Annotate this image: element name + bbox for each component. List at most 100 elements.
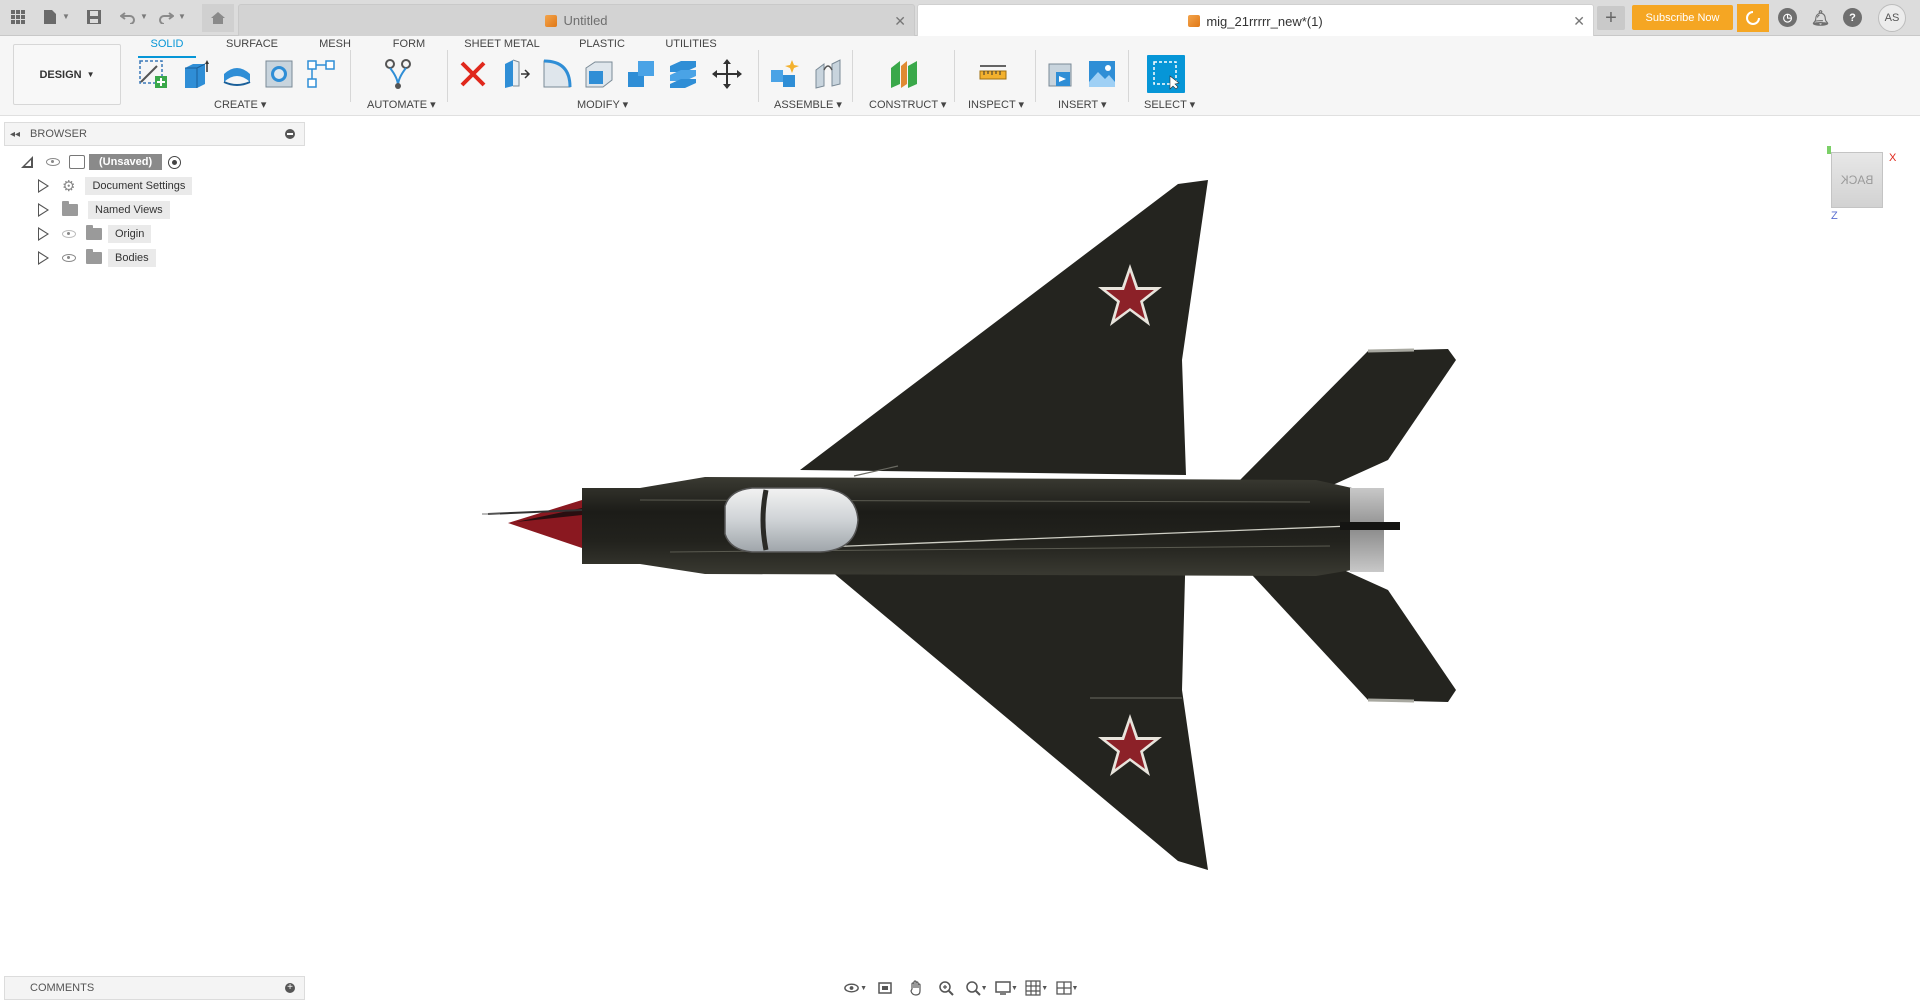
bell-icon[interactable]: 🔔︎	[1811, 8, 1830, 27]
select-group-label[interactable]: SELECT ▾	[1144, 98, 1195, 111]
cockpit-canopy	[724, 487, 859, 553]
new-component-icon[interactable]	[767, 57, 801, 91]
tab-label: Untitled	[563, 13, 608, 28]
revolve-icon[interactable]	[220, 57, 254, 91]
tab-plastic[interactable]: PLASTIC	[572, 38, 632, 56]
look-at-icon[interactable]	[873, 978, 897, 998]
group-divider	[1128, 50, 1129, 102]
group-divider	[1035, 50, 1036, 102]
create-sketch-icon[interactable]	[136, 57, 170, 91]
browser-item-document-settings[interactable]: ⚙ Document Settings	[38, 176, 193, 196]
press-pull-icon[interactable]	[498, 57, 532, 91]
delete-icon[interactable]	[456, 57, 490, 91]
pan-icon[interactable]	[904, 978, 928, 998]
inspect-group-label[interactable]: INSPECT ▾	[968, 98, 1024, 111]
create-group-label[interactable]: CREATE ▾	[214, 98, 266, 111]
redo-caret-icon[interactable]: ▼	[178, 12, 186, 21]
pattern-icon[interactable]	[304, 57, 338, 91]
workspace-switcher[interactable]: DESIGN ▼	[13, 44, 121, 105]
viewports-icon[interactable]: ▼	[1055, 978, 1079, 998]
offset-plane-icon[interactable]	[887, 57, 921, 91]
insert-canvas-icon[interactable]	[1085, 57, 1119, 91]
orbit-icon[interactable]: ▼	[843, 978, 867, 998]
tab-label: mig_21rrrrr_new*(1)	[1206, 13, 1323, 29]
fusion-window: ▼ ▼ ▼ Untitled ✕ mig_21rrrrr_new*(1) ✕ +…	[0, 0, 1920, 1004]
fit-icon[interactable]: ▼	[964, 978, 988, 998]
tab-sheet-metal[interactable]: SHEET METAL	[462, 38, 542, 56]
tab-solid[interactable]: SOLID	[144, 38, 190, 56]
browser-item-named-views[interactable]: Named Views	[38, 200, 170, 220]
group-label-text: INSPECT	[968, 99, 1016, 111]
grid-settings-icon[interactable]: ▼	[1025, 978, 1049, 998]
measure-icon[interactable]	[976, 57, 1010, 91]
viewcube-face-label: BACK	[1840, 173, 1874, 187]
select-icon[interactable]	[1147, 55, 1185, 93]
extrude-icon[interactable]	[178, 57, 212, 91]
tab-surface[interactable]: SURFACE	[220, 38, 284, 56]
browser-item-bodies[interactable]: Bodies	[38, 248, 156, 268]
close-icon[interactable]: ✕	[1573, 13, 1585, 30]
display-settings-icon[interactable]: ▼	[994, 978, 1018, 998]
browser-panel-header[interactable]: ◂◂ BROWSER	[4, 122, 305, 146]
collapse-panel-icon[interactable]: ◂◂	[10, 129, 20, 140]
expand-triangle-icon[interactable]	[38, 251, 50, 265]
tab-mig21[interactable]: mig_21rrrrr_new*(1) ✕	[917, 4, 1594, 37]
apps-grid-icon[interactable]	[6, 5, 30, 29]
subscribe-button[interactable]: Subscribe Now	[1632, 5, 1733, 30]
browser-title: BROWSER	[30, 128, 87, 140]
hidden-eye-icon[interactable]	[62, 230, 76, 238]
insert-group-label[interactable]: INSERT ▾	[1058, 98, 1107, 111]
viewcube[interactable]: BACK	[1831, 152, 1883, 208]
save-icon[interactable]	[82, 5, 106, 29]
tab-utilities[interactable]: UTILITIES	[660, 38, 722, 56]
assemble-group-label[interactable]: ASSEMBLE ▾	[774, 98, 842, 111]
visibility-eye-icon[interactable]	[46, 158, 60, 166]
avatar[interactable]: AS	[1878, 4, 1906, 32]
home-icon[interactable]	[202, 4, 234, 32]
tail-rod	[1340, 522, 1400, 530]
browser-root-item[interactable]: (Unsaved)	[20, 152, 182, 172]
file-icon[interactable]	[38, 5, 62, 29]
clock-icon[interactable]: ◷	[1778, 8, 1797, 27]
construct-group-label[interactable]: CONSTRUCT ▾	[869, 98, 946, 111]
automate-icon[interactable]	[381, 57, 415, 91]
activate-radio-icon[interactable]	[168, 155, 182, 169]
close-icon[interactable]: ✕	[894, 13, 906, 30]
shell-icon[interactable]	[582, 57, 616, 91]
joint-icon[interactable]	[811, 57, 845, 91]
browser-item-label: Named Views	[88, 201, 170, 219]
browser-item-origin[interactable]: Origin	[38, 224, 152, 244]
browser-item-label: Document Settings	[85, 177, 193, 195]
redo-icon[interactable]	[154, 5, 178, 29]
undo-icon[interactable]	[116, 5, 140, 29]
expand-triangle-icon[interactable]	[38, 179, 50, 193]
expand-triangle-icon[interactable]	[20, 155, 34, 169]
comments-panel-header[interactable]: COMMENTS +	[4, 976, 305, 1000]
zoom-icon[interactable]	[934, 978, 958, 998]
minimize-icon[interactable]	[285, 129, 295, 139]
aircraft-model[interactable]	[470, 170, 1470, 880]
expand-triangle-icon[interactable]	[38, 203, 50, 217]
combine-icon[interactable]	[624, 57, 658, 91]
insert-derive-icon[interactable]	[1043, 57, 1077, 91]
move-icon[interactable]	[710, 57, 744, 91]
visibility-eye-icon[interactable]	[62, 254, 76, 262]
group-label-text: CONSTRUCT	[869, 99, 938, 111]
job-status-icon[interactable]	[1737, 4, 1769, 32]
fillet-icon[interactable]	[540, 57, 574, 91]
expand-triangle-icon[interactable]	[38, 227, 50, 241]
group-divider	[447, 50, 448, 102]
split-body-icon[interactable]	[666, 57, 700, 91]
tab-untitled[interactable]: Untitled ✕	[238, 4, 915, 36]
axis-z-label: Z	[1831, 210, 1838, 222]
automate-group-label[interactable]: AUTOMATE ▾	[367, 98, 436, 111]
modify-group-label[interactable]: MODIFY ▾	[577, 98, 628, 111]
help-icon[interactable]: ?	[1843, 8, 1862, 27]
tab-mesh[interactable]: MESH	[312, 38, 358, 56]
hole-icon[interactable]	[262, 57, 296, 91]
new-tab-button[interactable]: +	[1597, 6, 1625, 30]
file-menu-caret-icon[interactable]: ▼	[62, 12, 70, 21]
tab-form[interactable]: FORM	[386, 38, 432, 56]
add-comment-icon[interactable]: +	[285, 983, 295, 993]
undo-caret-icon[interactable]: ▼	[140, 12, 148, 21]
